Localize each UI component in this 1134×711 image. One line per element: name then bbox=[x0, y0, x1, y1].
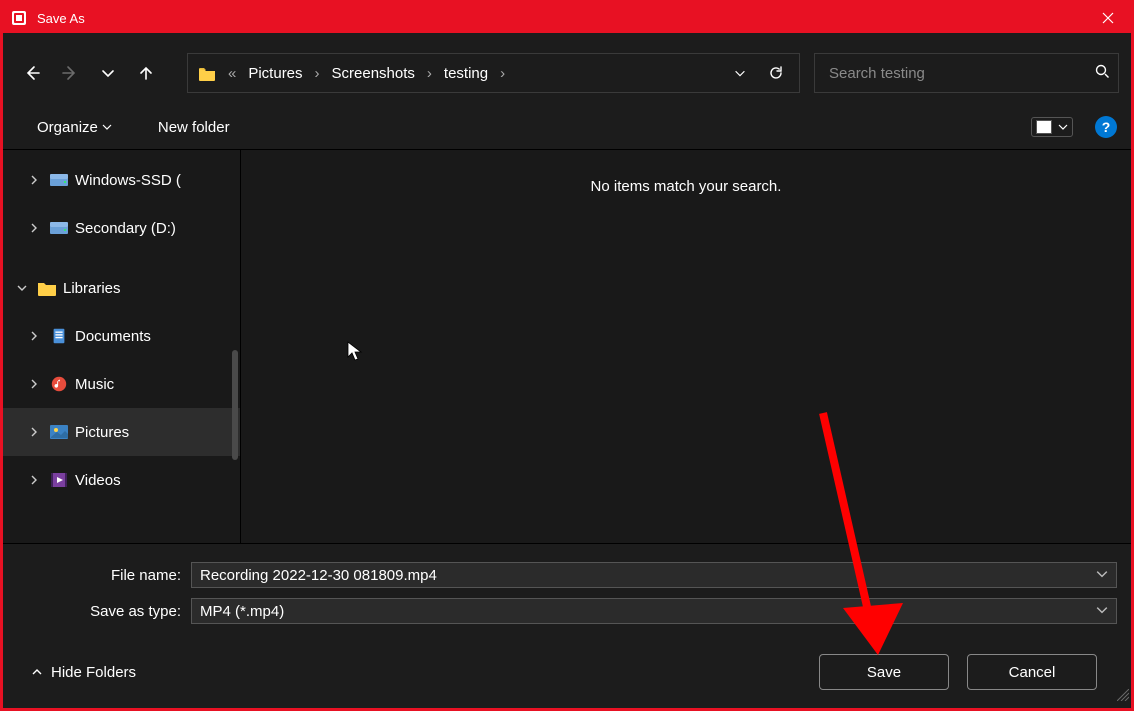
empty-message: No items match your search. bbox=[591, 178, 782, 543]
body-area: Windows-SSD ( Secondary (D:) Libraries Docu… bbox=[3, 149, 1131, 543]
app-icon bbox=[11, 10, 27, 26]
folder-icon bbox=[198, 66, 216, 81]
filename-label: File name: bbox=[17, 567, 191, 584]
close-button[interactable] bbox=[1085, 3, 1131, 33]
new-folder-button[interactable]: New folder bbox=[152, 115, 236, 140]
address-bar[interactable]: « Pictures › Screenshots › testing › bbox=[187, 53, 800, 93]
sidebar-item-secondary-d[interactable]: Secondary (D:) bbox=[3, 204, 240, 252]
resize-grip-icon[interactable] bbox=[1117, 688, 1129, 706]
sidebar-item-label: Videos bbox=[75, 472, 121, 489]
sidebar-item-music[interactable]: Music bbox=[3, 360, 240, 408]
save-as-dialog: Save As « Pictures › Screenshots › testi bbox=[0, 0, 1134, 711]
new-folder-label: New folder bbox=[158, 119, 230, 136]
organize-label: Organize bbox=[37, 119, 98, 136]
nav-row: « Pictures › Screenshots › testing › bbox=[3, 45, 1131, 101]
filename-input[interactable] bbox=[200, 567, 1096, 584]
back-button[interactable] bbox=[15, 56, 49, 90]
drive-icon bbox=[49, 171, 69, 189]
footer: Hide Folders Save Cancel bbox=[17, 634, 1117, 702]
view-icon bbox=[1036, 120, 1052, 134]
window-title: Save As bbox=[37, 11, 1085, 26]
videos-icon bbox=[49, 471, 69, 489]
organize-menu[interactable]: Organize bbox=[31, 115, 118, 140]
chevron-right-icon[interactable] bbox=[25, 223, 43, 233]
sidebar-item-label: Windows-SSD ( bbox=[75, 172, 181, 189]
hide-folders-label: Hide Folders bbox=[51, 664, 136, 681]
breadcrumb-screenshots[interactable]: Screenshots bbox=[326, 65, 421, 82]
cursor-icon bbox=[346, 340, 364, 366]
save-button[interactable]: Save bbox=[819, 654, 949, 690]
hide-folders-button[interactable]: Hide Folders bbox=[31, 664, 136, 681]
sidebar: Windows-SSD ( Secondary (D:) Libraries Docu… bbox=[3, 150, 241, 543]
sidebar-item-videos[interactable]: Videos bbox=[3, 456, 240, 504]
titlebar: Save As bbox=[3, 3, 1131, 33]
pictures-icon bbox=[49, 423, 69, 441]
music-icon bbox=[49, 375, 69, 393]
refresh-button[interactable] bbox=[759, 56, 793, 90]
chevron-down-icon[interactable] bbox=[13, 283, 31, 293]
chevron-right-icon[interactable] bbox=[25, 331, 43, 341]
sidebar-item-documents[interactable]: Documents bbox=[3, 312, 240, 360]
chevron-down-icon[interactable] bbox=[1096, 567, 1108, 584]
breadcrumb-pictures[interactable]: Pictures bbox=[242, 65, 308, 82]
chevron-right-icon: › bbox=[425, 65, 434, 82]
view-options-button[interactable] bbox=[1031, 117, 1073, 137]
drive-icon bbox=[49, 219, 69, 237]
documents-icon bbox=[49, 327, 69, 345]
file-pane[interactable]: No items match your search. bbox=[241, 150, 1131, 543]
chevron-right-icon[interactable] bbox=[25, 175, 43, 185]
sidebar-item-windows-ssd[interactable]: Windows-SSD ( bbox=[3, 156, 240, 204]
sidebar-item-pictures[interactable]: Pictures bbox=[3, 408, 240, 456]
sidebar-item-label: Libraries bbox=[63, 280, 121, 297]
toolbar: Organize New folder ? bbox=[3, 105, 1131, 149]
chevron-down-icon[interactable] bbox=[1096, 603, 1108, 620]
type-field[interactable]: MP4 (*.mp4) bbox=[191, 598, 1117, 624]
sidebar-item-label: Pictures bbox=[75, 424, 129, 441]
sidebar-item-label: Secondary (D:) bbox=[75, 220, 176, 237]
sidebar-item-label: Documents bbox=[75, 328, 151, 345]
chevron-right-icon: › bbox=[498, 65, 507, 82]
search-input[interactable] bbox=[829, 65, 1094, 82]
search-box[interactable] bbox=[814, 53, 1119, 93]
folder-icon bbox=[37, 279, 57, 297]
sidebar-scrollbar[interactable] bbox=[232, 350, 238, 460]
cancel-button[interactable]: Cancel bbox=[967, 654, 1097, 690]
sidebar-item-libraries[interactable]: Libraries bbox=[3, 264, 240, 312]
recent-locations-button[interactable] bbox=[91, 56, 125, 90]
chevron-right-icon[interactable] bbox=[25, 427, 43, 437]
type-value: MP4 (*.mp4) bbox=[200, 603, 1096, 620]
form-area: File name: Save as type: MP4 (*.mp4) Hid… bbox=[3, 543, 1131, 708]
sidebar-item-label: Music bbox=[75, 376, 114, 393]
up-button[interactable] bbox=[129, 56, 163, 90]
search-icon[interactable] bbox=[1094, 63, 1110, 83]
help-button[interactable]: ? bbox=[1095, 116, 1117, 138]
chevron-right-icon[interactable] bbox=[25, 379, 43, 389]
address-dropdown-button[interactable] bbox=[723, 56, 757, 90]
chevron-right-icon: › bbox=[313, 65, 322, 82]
breadcrumb-overflow-icon[interactable]: « bbox=[226, 65, 238, 82]
filename-field[interactable] bbox=[191, 562, 1117, 588]
breadcrumb-testing[interactable]: testing bbox=[438, 65, 494, 82]
chevron-right-icon[interactable] bbox=[25, 475, 43, 485]
type-label: Save as type: bbox=[17, 603, 191, 620]
forward-button[interactable] bbox=[53, 56, 87, 90]
